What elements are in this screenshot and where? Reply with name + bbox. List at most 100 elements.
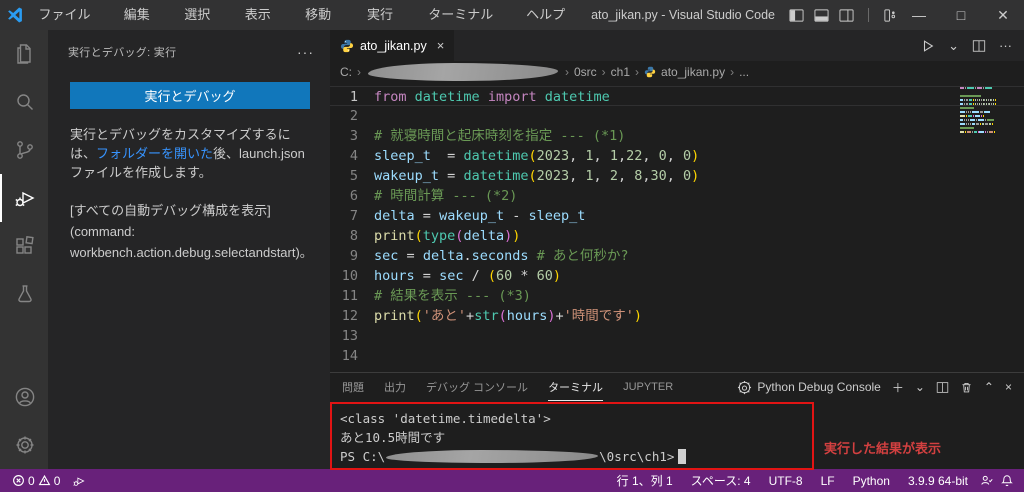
vscode-logo-icon [0,6,30,24]
window-title: ato_jikan.py - Visual Studio Code [591,8,775,22]
python-debug-console-icon [738,380,752,394]
minimap-line [960,103,996,105]
code-line: 4 sleep_t = datetime(2023, 1, 1,22, 0, 0) [330,146,1024,166]
minimap-line [960,127,996,129]
line-number: 11 [341,288,358,304]
sidebar-item-settings[interactable] [0,421,48,469]
split-terminal-icon[interactable] [936,381,949,394]
line-number: 5 [349,168,358,184]
split-editor-icon[interactable] [972,39,986,53]
terminal-dropdown-icon[interactable]: ⌄ [915,380,925,394]
new-terminal-icon[interactable]: ＋ [892,379,904,396]
code-line: 6 # 時間計算 --- (*2) [330,186,1024,206]
kill-terminal-trash-icon[interactable] [960,381,973,394]
sidebar-more-icon[interactable]: ··· [297,44,314,60]
status-item[interactable]: スペース: 4 [685,469,757,492]
sidebar-item-explorer[interactable] [0,30,48,78]
sidebar-item-testing[interactable] [0,270,48,318]
maximize-button[interactable]: □ [940,0,982,30]
menu-bar: ファイル(F)編集(E)選択(S)表示(V)移動(G)実行(R)ターミナル(T)… [30,0,592,52]
terminal-cursor [678,449,687,464]
code-line: 5 wakeup_t = datetime(2023, 1, 2, 8,30, 0… [330,166,1024,186]
status-item[interactable]: 行 1、列 1 [611,469,679,492]
toggle-sidebar-icon[interactable] [789,8,804,23]
line-number: 13 [341,328,358,344]
panel-tab[interactable]: 問題 [342,373,364,401]
run-and-debug-button[interactable]: 実行とデバッグ [70,82,310,109]
chevron-right-icon: › [730,65,735,79]
editor-group: ato_jikan.py × ⌄ ··· C: › › 0src › ch1 ›… [330,30,1024,372]
breadcrumb-file[interactable]: ato_jikan.py [661,65,725,79]
status-item[interactable]: Python [847,469,896,492]
status-item[interactable]: 3.9.9 64-bit [902,469,974,492]
maximize-panel-icon[interactable]: ⌃ [984,380,994,394]
run-dropdown-icon[interactable]: ⌄ [948,38,959,54]
minimap[interactable] [960,87,996,143]
breadcrumb-0src[interactable]: 0src [574,65,597,79]
chevron-right-icon: › [635,65,640,79]
python-file-icon [340,39,354,52]
sidebar-item-run-and-debug[interactable] [0,174,48,222]
minimap-line [960,99,996,101]
problems-status[interactable]: 0 0 [8,469,64,492]
extensions-icon [16,236,34,254]
breadcrumb[interactable]: C: › › 0src › ch1 › ato_jikan.py › ... [330,61,1024,83]
settings-gear-icon [16,436,34,454]
code-line: 1 from datetime import datetime [330,86,1024,106]
debug-status[interactable] [68,469,90,492]
auto-debug-link[interactable]: [すべての自動デバッグ構成を表示] [70,200,310,221]
feedback-icon[interactable] [980,474,994,488]
warning-icon [38,474,51,486]
breadcrumb-ch1[interactable]: ch1 [611,65,630,79]
menu-item[interactable]: ファイル(F) [30,0,115,52]
status-item[interactable]: UTF-8 [763,469,809,492]
panel-tab[interactable]: ターミナル [548,373,604,401]
command-line-2: workbench.action.debug.selectandstart)。 [70,245,313,260]
terminal-profile-label: Python Debug Console [757,380,881,394]
menu-item[interactable]: 表示(V) [236,0,296,52]
code-line: 2 [330,106,1024,126]
menu-item[interactable]: 編集(E) [115,0,175,52]
minimap-line [960,95,996,97]
tab-ato-jikan[interactable]: ato_jikan.py × [330,30,456,61]
close-panel-icon[interactable]: × [1005,380,1012,394]
menu-item[interactable]: ターミナル(T) [419,0,517,52]
close-button[interactable]: ✕ [982,0,1024,30]
menu-item[interactable]: 選択(S) [175,0,235,52]
sidebar-item-account[interactable] [0,373,48,421]
search-icon [17,94,33,110]
chevron-right-icon: › [565,65,569,79]
menu-item[interactable]: 移動(G) [296,0,358,52]
code-editor[interactable]: 1 from datetime import datetime 2 3 # 就寝時間と起… [330,83,1024,372]
chevron-right-icon: › [601,65,606,79]
panel-tab[interactable]: JUPYTER [623,373,673,401]
panel-tab[interactable]: 出力 [384,373,406,401]
line-number: 7 [349,208,358,224]
code-line: 12 print('あと'+str(hours)+'時間です') [330,306,1024,326]
sidebar-item-search[interactable] [0,78,48,126]
panel-actions: Python Debug Console ＋ ⌄ ⌃ × [737,373,1024,401]
toggle-secondary-sidebar-icon[interactable] [839,8,854,23]
sidebar-item-extensions[interactable] [0,222,48,270]
panel-tab[interactable]: デバッグ コンソール [426,373,528,401]
editor-more-icon[interactable]: ··· [999,38,1012,53]
minimize-button[interactable]: — [898,0,940,30]
activity-bar [0,30,48,469]
toggle-panel-icon[interactable] [814,8,829,23]
breadcrumb-symbol-more[interactable]: ... [739,65,749,79]
menu-item[interactable]: 実行(R) [358,0,419,52]
notifications-bell-icon[interactable] [1000,474,1014,488]
status-item[interactable]: LF [815,469,841,492]
menu-item[interactable]: ヘルプ(H) [517,0,591,52]
testing-beaker-icon [18,285,32,303]
customize-layout-icon[interactable] [883,8,898,23]
explorer-icon [17,44,31,64]
sidebar-item-source-control[interactable] [0,126,48,174]
breadcrumb-drive[interactable]: C: [340,65,352,79]
run-python-file-icon[interactable] [921,39,935,53]
sidebar-title: 実行とデバッグ: 実行 [68,47,177,59]
redacted-path-scribble [368,63,558,81]
tab-close-icon[interactable]: × [437,38,445,53]
open-folder-link[interactable]: フォルダーを開いた [96,146,213,161]
terminal-profile[interactable]: Python Debug Console [737,380,881,395]
